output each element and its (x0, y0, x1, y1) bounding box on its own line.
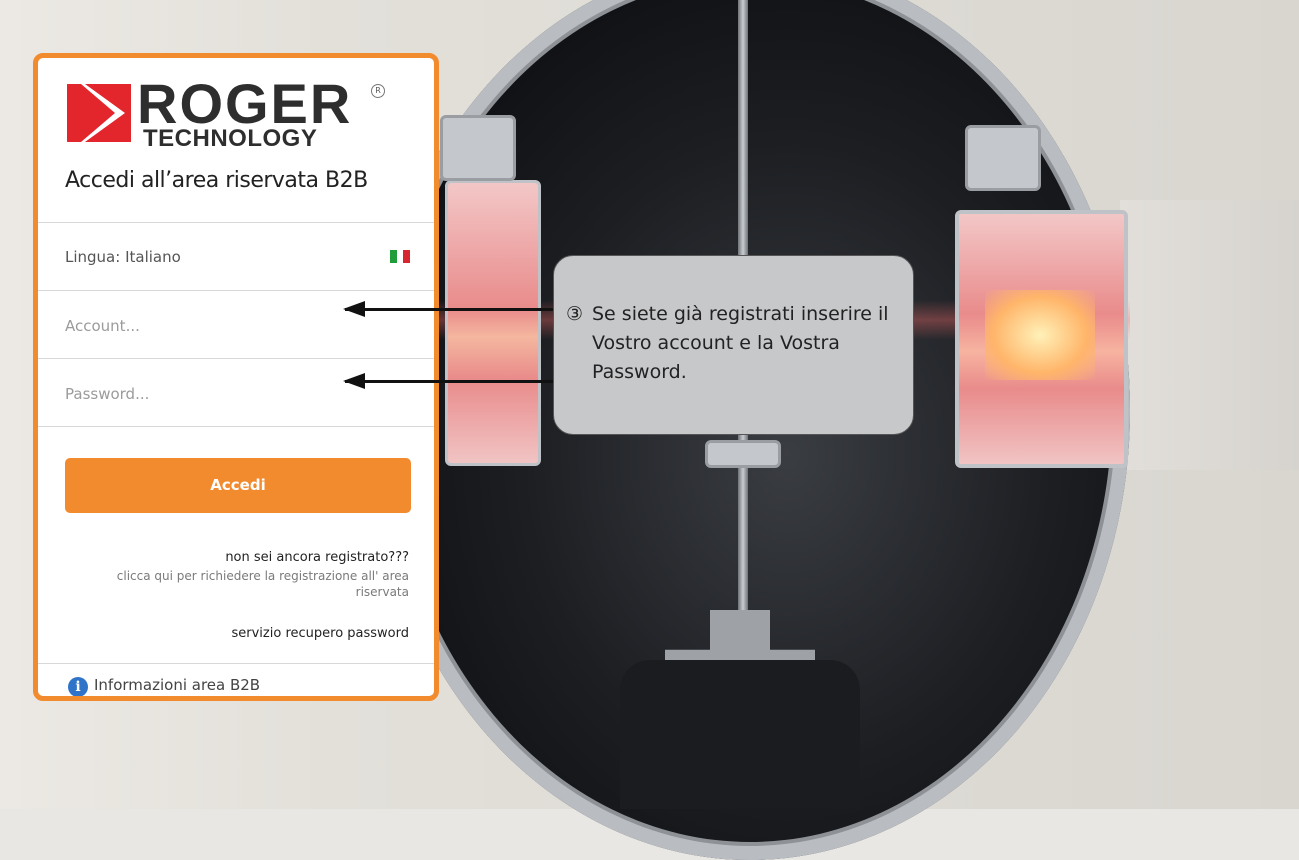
logo-brand-text: ROGER (137, 72, 353, 135)
annotation-callout: ③ Se siete già registrati inserire il Vo… (553, 255, 914, 435)
login-panel: ROGER R TECHNOLOGY Accedi all’area riser… (33, 53, 439, 701)
login-button[interactable]: Accedi (65, 458, 411, 513)
arrow-head-icon (343, 301, 365, 317)
not-registered-text: non sei ancora registrato??? (225, 550, 409, 565)
language-label: Lingua: Italiano (65, 248, 181, 266)
background-base-dark (620, 660, 860, 809)
account-placeholder: Account... (65, 317, 140, 335)
background-glow-left (445, 180, 541, 466)
language-selector[interactable]: Lingua: Italiano (38, 222, 434, 290)
background-glow-core (985, 290, 1095, 380)
italy-flag-icon (390, 250, 411, 263)
roger-logo: ROGER R TECHNOLOGY (67, 76, 387, 154)
roger-mark-icon (67, 84, 131, 142)
background-profile-edge (1120, 200, 1299, 470)
logo-sub-text: TECHNOLOGY (143, 125, 318, 152)
background-clip-right (965, 125, 1041, 191)
annotation-arrow-account (343, 301, 553, 317)
password-placeholder: Password... (65, 385, 150, 403)
background-clip-left (440, 115, 516, 181)
annotation-number: ③ (566, 303, 584, 325)
info-b2b-label: Informazioni area B2B (94, 676, 261, 694)
arrow-head-icon (343, 373, 365, 389)
password-field[interactable]: Password... (38, 358, 434, 426)
divider (38, 426, 434, 427)
annotation-text: Se siete già registrati inserire il Vost… (592, 303, 889, 383)
info-b2b-link[interactable]: i Informazioni area B2B (38, 663, 434, 696)
annotation-arrow-password (343, 373, 553, 389)
register-link[interactable]: clicca qui per richiedere la registrazio… (79, 568, 409, 600)
logo-registered-mark: R (371, 84, 385, 98)
account-field[interactable]: Account... (38, 290, 434, 358)
info-icon: i (68, 677, 88, 696)
background-clip-bottom (705, 440, 781, 468)
recover-password-link[interactable]: servizio recupero password (232, 626, 410, 641)
login-title: Accedi all’area riservata B2B (65, 168, 368, 193)
